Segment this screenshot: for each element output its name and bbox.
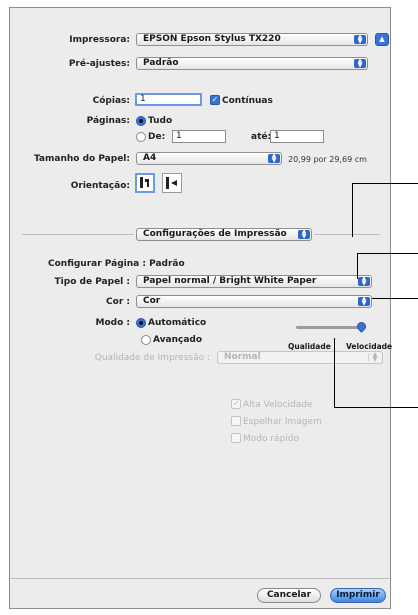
callout-line-2-vertical: [357, 253, 358, 279]
pages-from-label: De:: [148, 132, 166, 142]
color-popup[interactable]: Cor ▲ ▼: [136, 295, 372, 308]
print-dialog: Impressora: EPSON Epson Stylus TX220 ▲ ▼ …: [9, 7, 393, 609]
speed-label: Velocidade: [346, 342, 393, 351]
paper-size-label: Tamanho do Papel:: [33, 154, 130, 164]
callout-line-4: [334, 407, 418, 408]
print-button[interactable]: Imprimir: [330, 588, 386, 603]
panel-popup[interactable]: Configurações de Impressão ▲ ▼: [136, 228, 312, 241]
mode-advanced-label: Avançado: [153, 335, 203, 345]
high-speed-label: Alta Velocidade: [243, 400, 313, 410]
print-quality-value: Normal: [224, 352, 261, 362]
callout-line-1-vertical: [352, 183, 353, 237]
presets-value: Padrão: [143, 58, 179, 68]
paper-type-value: Papel normal / Bright White Paper: [143, 276, 317, 286]
quality-speed-slider[interactable]: [296, 320, 368, 333]
separator-right: [314, 234, 380, 235]
popup-arrows-icon: ▲ ▼: [358, 296, 370, 306]
high-speed-checkbox[interactable]: ✓: [231, 399, 241, 409]
cancel-button[interactable]: Cancelar: [257, 588, 321, 603]
popup-arrows-icon: ▲ ▼: [268, 153, 280, 163]
mode-auto-radio[interactable]: [136, 318, 146, 328]
popup-arrows-icon: ▲ ▼: [358, 276, 370, 286]
callout-line-4-vertical: [334, 338, 335, 408]
printer-label: Impressora:: [69, 35, 130, 45]
pages-from-input[interactable]: 1: [172, 130, 226, 143]
popup-arrows-icon: ▲ ▼: [368, 352, 381, 362]
popup-arrows-icon: ▲ ▼: [354, 34, 366, 44]
callout-line-3: [372, 298, 418, 299]
draft-mode-label: Modo rápido: [243, 434, 299, 444]
popup-arrows-icon: ▲ ▼: [354, 58, 366, 68]
pages-all-label: Tudo: [148, 116, 173, 126]
print-quality-label: Qualidade de Impressão :: [94, 353, 210, 363]
mode-advanced-radio[interactable]: [141, 335, 151, 345]
quality-label: Qualidade: [288, 342, 331, 351]
paper-type-popup[interactable]: Papel normal / Bright White Paper ▲ ▼: [136, 275, 372, 288]
pages-all-radio[interactable]: [136, 116, 146, 126]
portrait-orientation-button[interactable]: [135, 173, 155, 193]
printer-popup[interactable]: EPSON Epson Stylus TX220 ▲ ▼: [136, 33, 368, 46]
separator-left: [22, 234, 134, 235]
pages-to-label: até:: [251, 132, 272, 142]
mirror-image-label: Espelhar Imagem: [243, 417, 322, 427]
mirror-image-checkbox[interactable]: [231, 416, 241, 426]
collate-label: Contínuas: [222, 96, 273, 106]
draft-mode-checkbox[interactable]: [231, 433, 241, 443]
orientation-label: Orientação:: [70, 181, 130, 191]
portrait-icon: [140, 177, 149, 188]
collapse-triangle-icon[interactable]: ▲: [375, 33, 389, 46]
callout-line-1: [352, 183, 418, 184]
bottom-separator: [10, 578, 390, 579]
slider-knob[interactable]: [355, 320, 368, 333]
page-setup-label: Configurar Página : Padrão: [48, 259, 185, 269]
presets-popup[interactable]: Padrão ▲ ▼: [136, 57, 368, 70]
color-value: Cor: [143, 296, 161, 306]
paper-type-label: Tipo de Papel :: [54, 277, 130, 287]
paper-size-value: A4: [143, 153, 157, 163]
landscape-icon: [166, 177, 177, 189]
mode-auto-label: Automático: [148, 318, 207, 328]
pages-to-input[interactable]: 1: [270, 130, 324, 143]
presets-label: Pré-ajustes:: [68, 59, 130, 69]
collate-checkbox[interactable]: ✓: [210, 95, 220, 105]
mode-label: Modo :: [95, 318, 131, 328]
pages-label: Páginas:: [86, 116, 130, 126]
copies-input[interactable]: 1: [135, 93, 202, 106]
paper-dimensions: 20,99 por 29,69 cm: [288, 155, 367, 164]
callout-line-2: [357, 253, 418, 254]
popup-arrows-icon: ▲ ▼: [298, 229, 310, 239]
paper-size-popup[interactable]: A4 ▲ ▼: [136, 152, 282, 165]
printer-value: EPSON Epson Stylus TX220: [143, 34, 281, 44]
print-quality-popup[interactable]: Normal ▲ ▼: [217, 351, 383, 364]
landscape-orientation-button[interactable]: [162, 173, 182, 193]
pages-range-radio[interactable]: [136, 132, 146, 142]
panel-popup-value: Configurações de Impressão: [143, 229, 287, 239]
color-label: Cor :: [106, 297, 130, 307]
copies-label: Cópias:: [92, 96, 130, 106]
